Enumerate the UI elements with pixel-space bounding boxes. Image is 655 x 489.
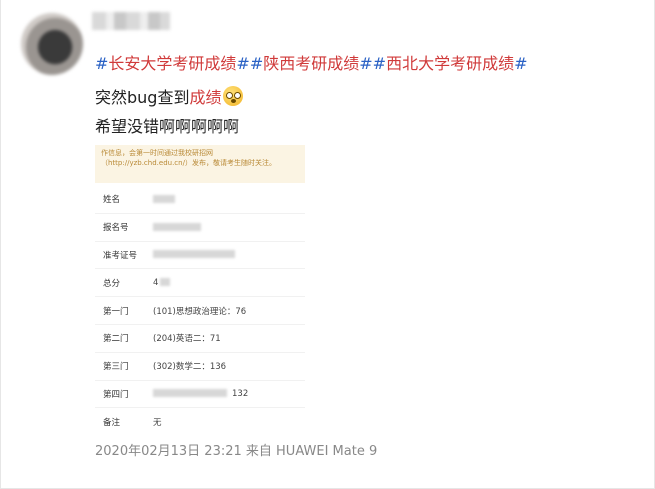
post-text-highlight: 成绩 <box>189 88 222 107</box>
row-label: 总分 <box>103 278 121 289</box>
row-value: 无 <box>153 417 162 428</box>
table-row: 准考证号 <box>95 242 305 270</box>
hashtag-line: #长安大学考研成绩##陕西考研成绩##西北大学考研成绩# <box>95 54 527 74</box>
hashtag-link-northwest[interactable]: #西北大学考研成绩# <box>373 54 528 73</box>
table-row: 报名号 <box>95 214 305 242</box>
score-screenshot-image[interactable]: 作信息，会第一时间通过我校研招网（http://yzb.chd.edu.cn/）… <box>95 145 305 428</box>
row-label: 第三门 <box>103 362 129 373</box>
avatar[interactable] <box>21 13 83 75</box>
row-label: 第四门 <box>103 389 129 400</box>
row-label: 第二门 <box>103 334 129 345</box>
row-label: 姓名 <box>103 195 121 206</box>
row-value-blurred <box>153 250 235 260</box>
row-value: 132 <box>153 389 248 399</box>
hashtag-link-shaanxi[interactable]: #陕西考研成绩# <box>250 54 373 73</box>
table-row: 备注 无 <box>95 408 305 435</box>
post-timestamp-source[interactable]: 2020年02月13日 23:21 来自 HUAWEI Mate 9 <box>95 440 377 459</box>
table-row: 总分 4 <box>95 269 305 298</box>
row-value: (302)数学二：136 <box>153 362 227 373</box>
row-label: 备注 <box>103 417 121 428</box>
score-table: 姓名 报名号 准考证号 总分 4 第一门 (101)思想政治理论：76 第二门 … <box>95 186 305 435</box>
table-row: 第三门 (302)数学二：136 <box>95 353 305 381</box>
table-row: 第四门 132 <box>95 381 305 409</box>
row-value: (101)思想政治理论：76 <box>153 306 247 317</box>
table-row: 第一门 (101)思想政治理论：76 <box>95 297 305 325</box>
row-value: (204)英语二：71 <box>153 334 221 345</box>
post-text-line2: 希望没错啊啊啊啊啊 <box>95 117 240 136</box>
hashtag-link-changan[interactable]: #长安大学考研成绩# <box>95 54 250 73</box>
row-label: 报名号 <box>103 223 129 234</box>
username-blurred[interactable] <box>92 12 170 30</box>
row-value: 4 <box>153 278 171 288</box>
post-text-prefix: 突然bug查到 <box>95 88 190 107</box>
row-value-blurred <box>153 222 201 232</box>
row-value-blurred <box>153 194 175 204</box>
row-label: 第一门 <box>103 306 129 317</box>
notice-banner: 作信息，会第一时间通过我校研招网（http://yzb.chd.edu.cn/）… <box>95 145 305 183</box>
table-row: 姓名 <box>95 186 305 214</box>
row-label: 准考证号 <box>103 250 138 261</box>
table-row: 第二门 (204)英语二：71 <box>95 325 305 353</box>
frame-left-border <box>0 0 1 489</box>
post-text-line1: 突然bug查到成绩 <box>95 86 244 109</box>
astonished-face-icon <box>223 86 244 106</box>
